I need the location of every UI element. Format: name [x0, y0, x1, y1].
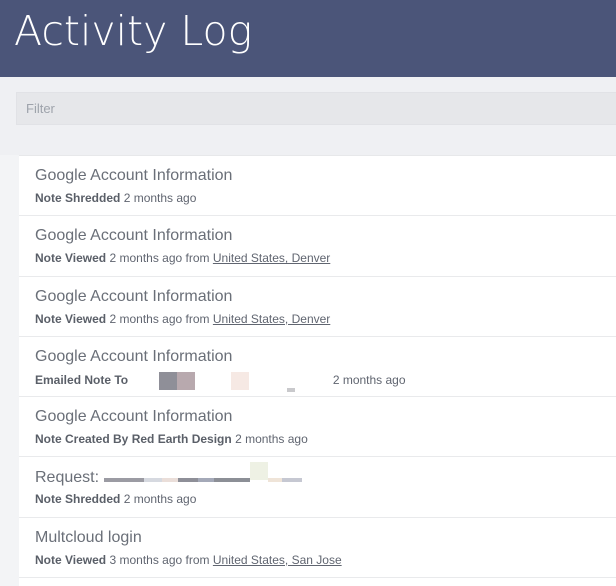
- activity-entry[interactable]: Google Account Information Emailed Note …: [19, 337, 616, 398]
- page-header: Activity Log: [0, 0, 616, 77]
- entry-location-link[interactable]: United States, San Jose: [213, 553, 342, 567]
- entry-title: Google Account Information: [35, 167, 233, 184]
- redacted-request-name: [103, 462, 302, 488]
- entry-time: 2 months ago: [332, 373, 406, 388]
- page-title: Activity Log: [14, 7, 253, 55]
- entry-detail: Note Shredded 2 months ago: [35, 191, 196, 205]
- entry-title: Google Account Information: [35, 347, 233, 365]
- activity-entry[interactable]: Request: Note Shredded 2 months ago: [19, 457, 616, 518]
- entry-detail: Note Viewed 2 months ago from United Sta…: [35, 312, 330, 326]
- entry-time: 3 months ago: [109, 552, 183, 567]
- entry-title: Google Account Information: [35, 287, 233, 305]
- activity-entry[interactable]: Google Account Information Note Created …: [19, 397, 616, 458]
- redacted-recipient: [159, 371, 329, 392]
- entry-title: Multcloud login: [35, 528, 142, 546]
- entry-title: Google Account Information: [35, 227, 233, 245]
- entry-title: Request:: [35, 462, 302, 488]
- entry-detail: Note Viewed 2 months ago from United Sta…: [35, 251, 330, 265]
- entry-time: 2 months ago: [109, 311, 183, 326]
- entry-time: 2 months ago: [109, 251, 183, 266]
- activity-list: Google Account Information Note Shredded…: [19, 155, 616, 586]
- entry-from-label: from: [185, 251, 210, 266]
- entry-detail: Note Created By Red Earth Design 2 month…: [35, 432, 308, 446]
- entry-title-text: Request:: [35, 469, 100, 487]
- entry-action: Note Shredded: [35, 191, 121, 205]
- activity-entry[interactable]: Google Account Information Note Viewed 2…: [19, 277, 616, 337]
- entry-time: 2 months ago: [235, 432, 308, 447]
- entry-action: Note Shredded: [35, 492, 121, 507]
- entry-time: 2 months ago: [123, 492, 197, 507]
- entry-action: Emailed Note To: [35, 373, 129, 388]
- entry-time: 2 months ago: [123, 191, 197, 205]
- entry-action: Note Viewed: [35, 251, 107, 266]
- activity-entry[interactable]: Google Account Information Note Viewed 2…: [19, 216, 616, 277]
- entry-location-link[interactable]: United States, Denver: [213, 312, 330, 326]
- entry-location-link[interactable]: United States, Denver: [213, 251, 330, 265]
- activity-entry[interactable]: Google Account Information Note Shredded…: [19, 156, 616, 217]
- entry-from-label: from: [185, 552, 210, 567]
- left-margin: [0, 155, 19, 586]
- filter-input[interactable]: [17, 93, 616, 124]
- entry-action: Note Viewed: [35, 311, 107, 326]
- filter-box[interactable]: [16, 92, 616, 125]
- entry-from-label: from: [185, 311, 210, 326]
- entry-detail: Note Shredded 2 months ago: [35, 492, 196, 506]
- entry-action: Note Viewed: [35, 552, 107, 567]
- entry-detail: Note Viewed 3 months ago from United Sta…: [35, 553, 342, 567]
- entry-title: Google Account Information: [35, 408, 233, 426]
- activity-entry[interactable]: Multcloud login Note Viewed 3 months ago…: [19, 518, 616, 579]
- entry-detail: Emailed Note To 2 months ago: [35, 371, 406, 392]
- entry-action: Note Created By Red Earth Design: [35, 432, 232, 447]
